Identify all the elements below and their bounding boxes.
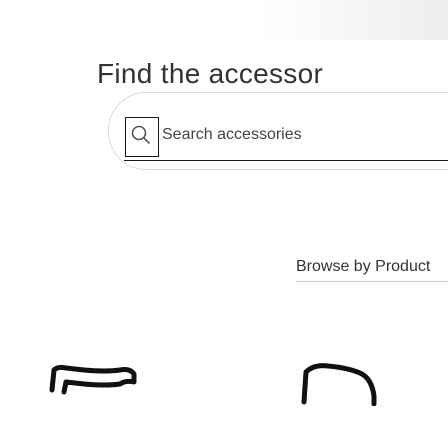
browse-by-product-link[interactable]: Browse by Product <box>296 258 430 276</box>
page-title: Find the accessor <box>97 58 324 89</box>
corner-shadow <box>258 0 448 40</box>
product-outline-icon <box>49 364 137 395</box>
search-button[interactable] <box>125 117 159 157</box>
product-outline-icon-2 <box>301 363 377 406</box>
search-placeholder: Search accessories <box>162 126 302 143</box>
browse-divider <box>296 281 448 282</box>
search-icon <box>131 125 150 144</box>
page-canvas: Find the accessor Search accessories Bro… <box>0 0 448 448</box>
